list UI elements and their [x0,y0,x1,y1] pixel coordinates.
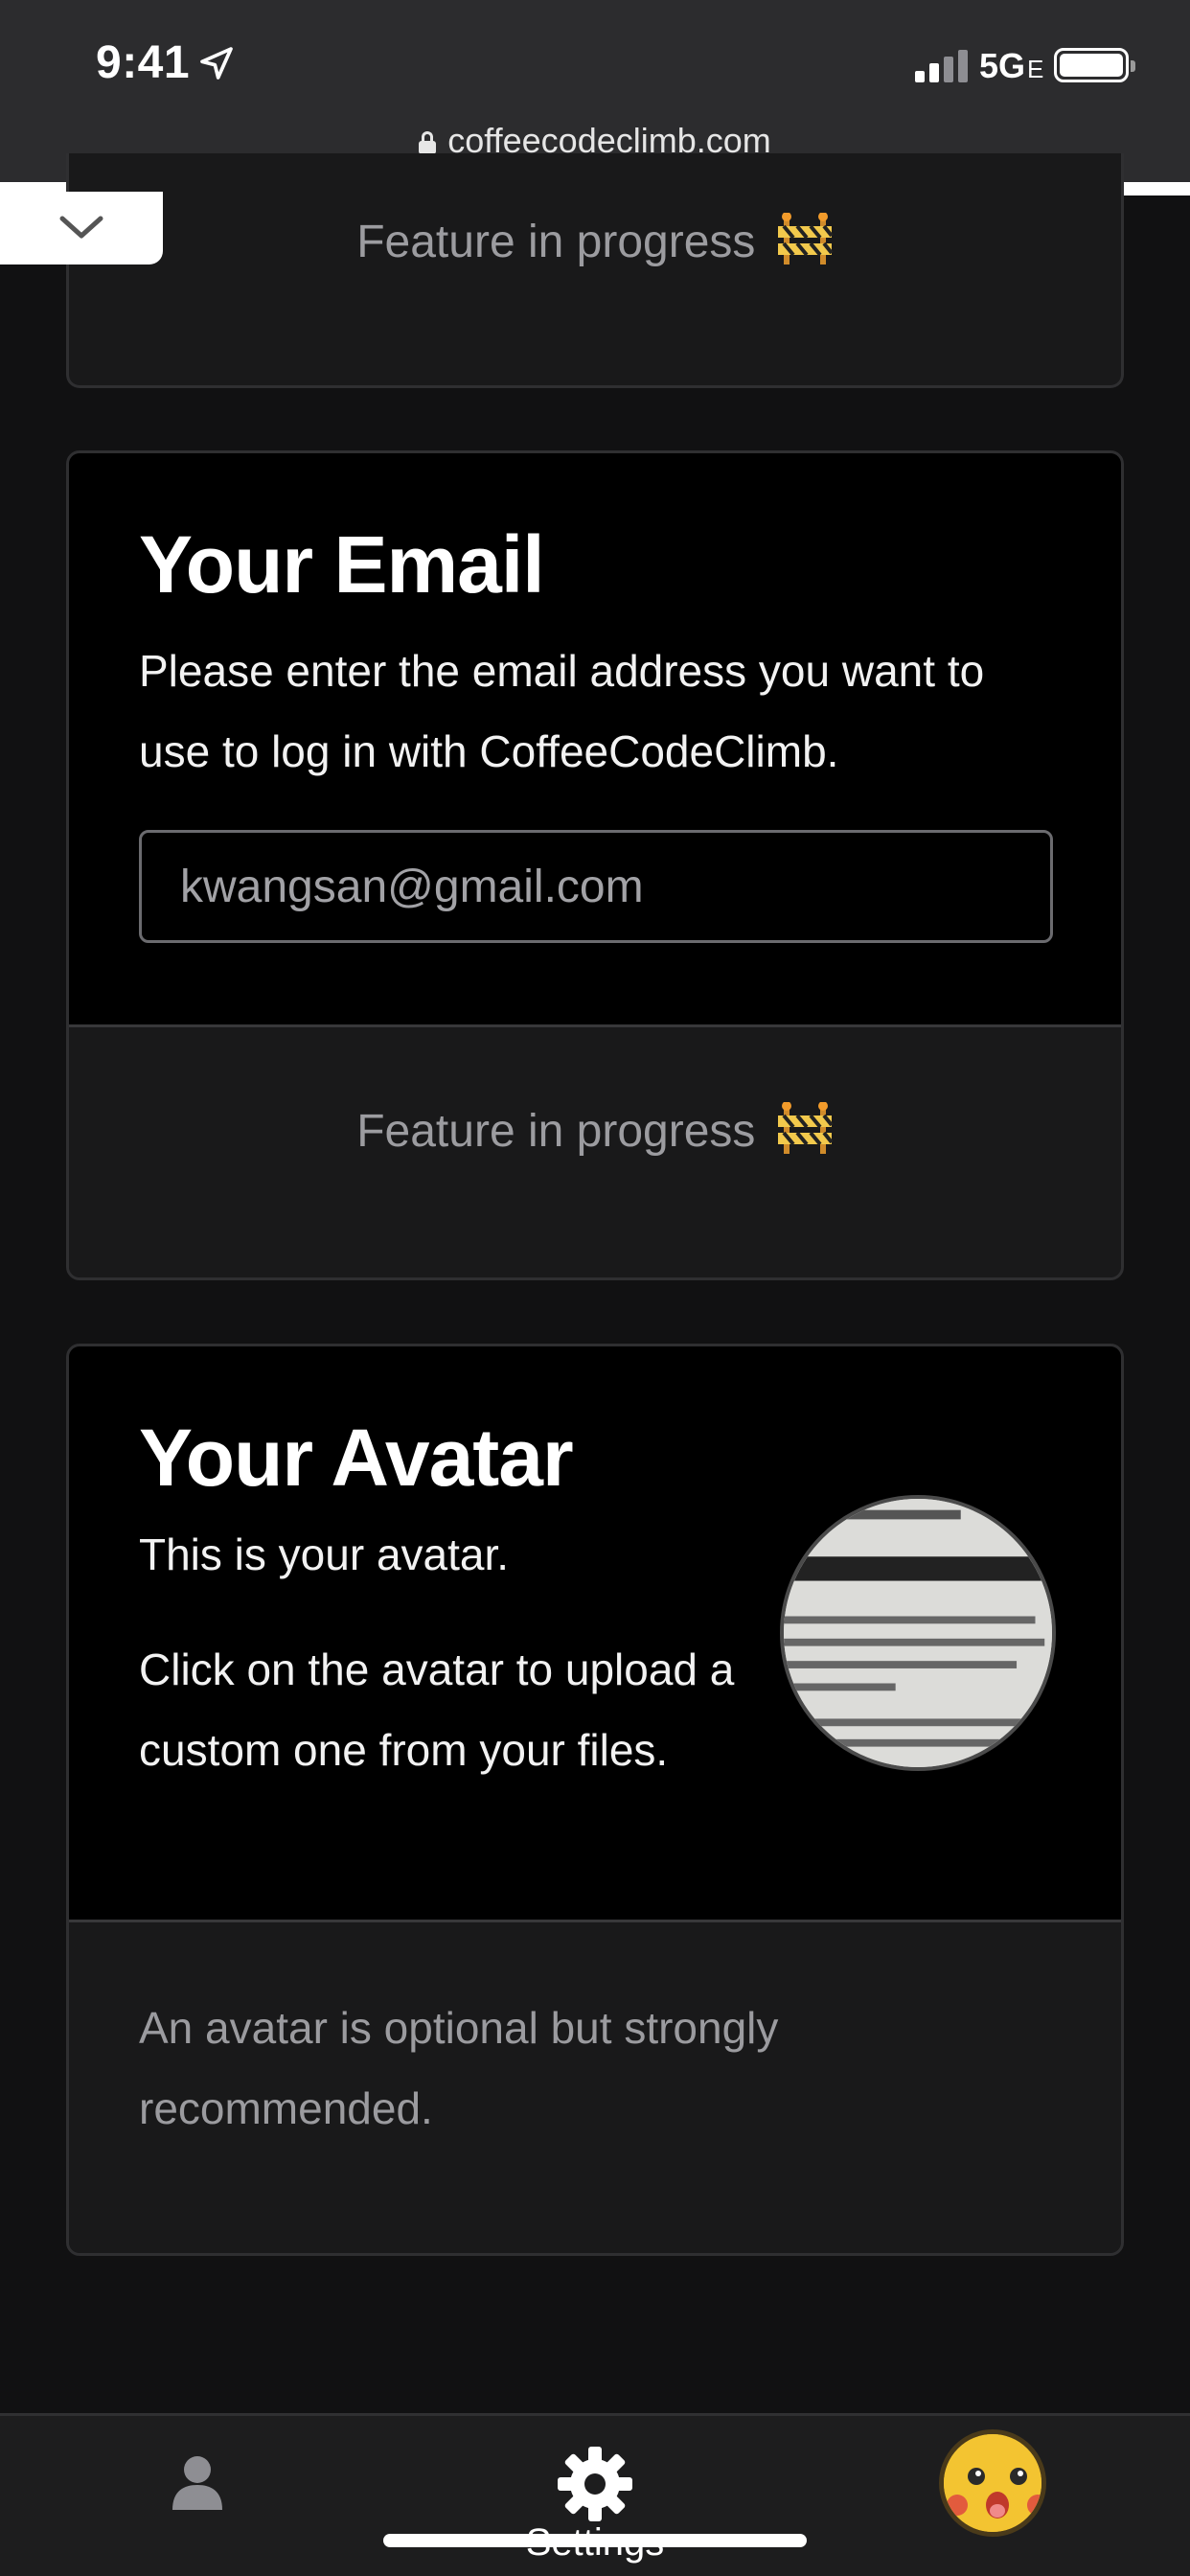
user-avatar[interactable] [939,2429,1046,2537]
email-title: Your Email [139,519,545,610]
avatar-upload-image[interactable] [780,1495,1056,1771]
feature-in-progress-note: Feature in progress [69,1102,1121,1158]
wip-label: Feature in progress [356,217,756,267]
avatar-title: Your Avatar [139,1413,574,1503]
signal-bars-icon [915,50,968,82]
email-description: Please enter the email address you want … [139,646,985,776]
battery-icon [1054,48,1135,82]
construction-barrier-icon [777,213,834,264]
home-indicator [383,2534,807,2547]
feature-card-partial: Feature in progress [66,153,1124,388]
network-suffix: E [1027,55,1044,83]
feature-in-progress-note: Feature in progress [69,213,1121,268]
wip-label: Feature in progress [356,1106,756,1157]
network-type: 5GE [979,46,1043,86]
bottom-tab-bar: Settings [0,2413,1190,2576]
construction-barrier-icon [777,1102,834,1154]
network-label: 5G [979,46,1026,85]
avatar-hint: An avatar is optional but strongly recom… [139,2003,779,2133]
person-icon[interactable] [171,2454,224,2510]
email-card-footer: Feature in progress [69,1024,1121,1277]
gear-icon[interactable] [556,2445,634,2523]
avatar-card-body: Your Avatar This is your avatar. Click o… [69,1346,1121,1920]
avatar-card-footer: An avatar is optional but strongly recom… [69,1920,1121,2253]
chevron-down-icon [59,216,103,239]
email-card: Your Email Please enter the email addres… [66,450,1124,1280]
avatar-card: Your Avatar This is your avatar. Click o… [66,1344,1124,2256]
status-time: 9:41 [96,37,191,88]
avatar-picture [784,1499,1052,1767]
lock-icon [419,131,437,154]
avatar-line-1: This is your avatar. [139,1530,510,1579]
email-card-body: Your Email Please enter the email addres… [69,453,1121,1024]
avatar-line-2: Click on the avatar to upload a custom o… [139,1644,735,1775]
collapse-toggle-button[interactable] [0,192,163,264]
location-arrow-icon [200,47,233,80]
email-field[interactable] [139,830,1053,943]
